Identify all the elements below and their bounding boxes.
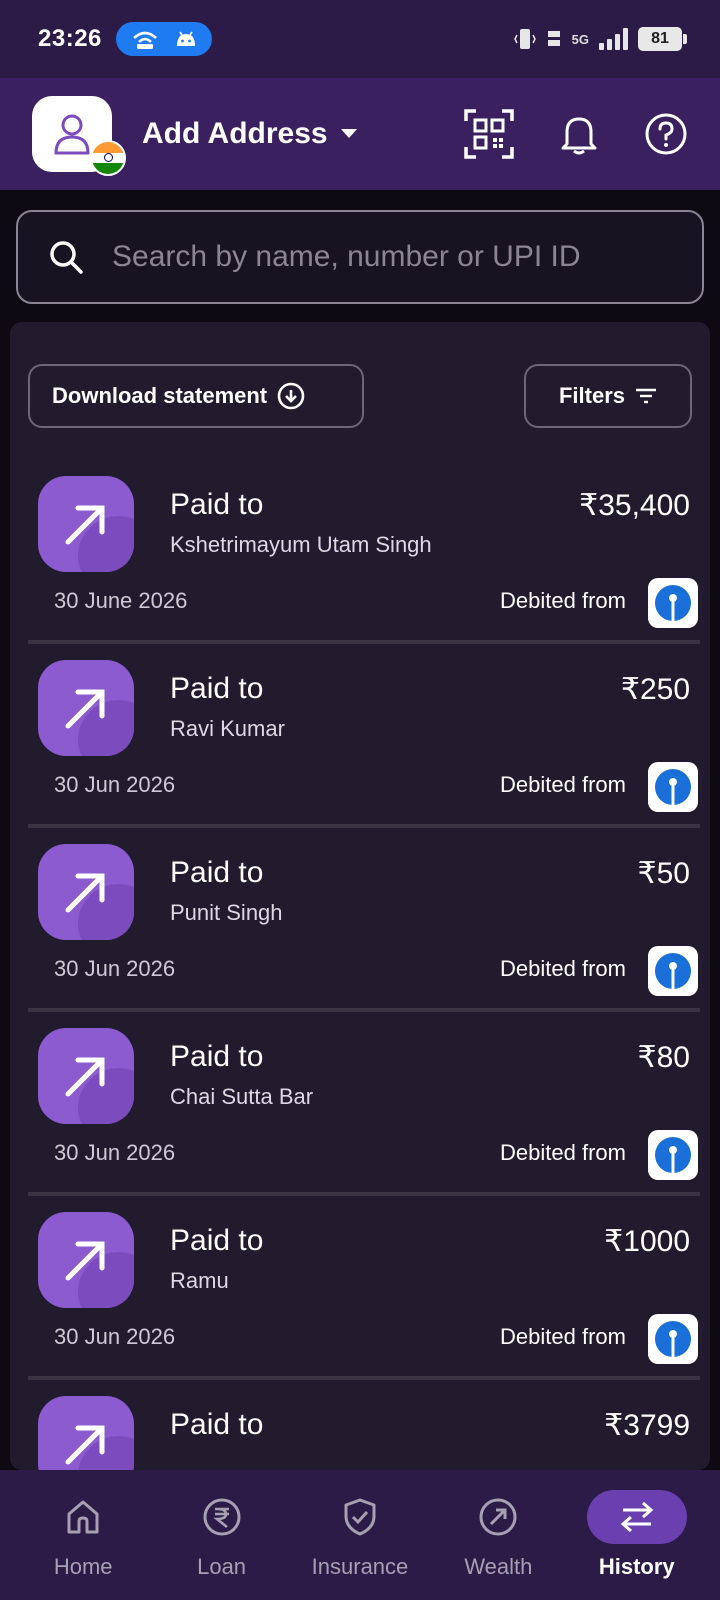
filters-label: Filters bbox=[558, 383, 626, 408]
transaction-amount: ₹50 bbox=[637, 857, 690, 890]
transaction-row[interactable]: Paid to Chai Sutta Bar ₹80 30 Jun 2026 D… bbox=[28, 1012, 700, 1196]
bank-logo-icon bbox=[648, 946, 698, 996]
payment-sent-icon bbox=[38, 1396, 134, 1470]
payment-sent-icon bbox=[38, 844, 134, 940]
bottom-navigation: Home Loan Insurance Wealth History bbox=[0, 1470, 720, 1600]
debited-from-label: Debited from bbox=[500, 1140, 626, 1165]
transaction-amount: ₹3799 bbox=[604, 1409, 690, 1442]
nav-home[interactable]: Home bbox=[18, 1470, 148, 1600]
transaction-date: 30 Jun 2026 bbox=[54, 1324, 176, 1349]
filters-button[interactable]: Filters bbox=[524, 364, 692, 428]
transaction-party: Ravi Kumar bbox=[170, 716, 285, 741]
search-bar[interactable] bbox=[16, 210, 704, 304]
nav-wealth[interactable]: Wealth bbox=[433, 1470, 563, 1600]
transaction-amount: ₹250 bbox=[620, 673, 690, 706]
battery-level: 81 bbox=[651, 30, 669, 47]
india-flag-icon bbox=[90, 140, 126, 176]
debited-from-label: Debited from bbox=[500, 956, 626, 981]
transaction-date: 30 June 2026 bbox=[54, 588, 188, 613]
payment-sent-icon bbox=[38, 1212, 134, 1308]
transaction-row[interactable]: Paid to Ramu ₹1000 30 Jun 2026 Debited f… bbox=[28, 1196, 700, 1380]
arrow-circle-icon bbox=[479, 1498, 517, 1536]
download-circle-icon bbox=[277, 382, 305, 410]
nav-label: Insurance bbox=[311, 1554, 409, 1579]
bell-icon[interactable] bbox=[560, 113, 598, 155]
status-bar: 23:26 5G 81 bbox=[0, 0, 720, 78]
search-icon bbox=[50, 241, 83, 274]
transaction-type: Paid to bbox=[170, 672, 264, 705]
search-input[interactable] bbox=[112, 240, 672, 274]
debited-from-label: Debited from bbox=[500, 1324, 626, 1349]
transaction-list: Paid to Kshetrimayum Utam Singh ₹35,400 … bbox=[28, 460, 700, 1470]
transaction-type: Paid to bbox=[170, 1224, 264, 1257]
battery-icon: 81 bbox=[638, 27, 687, 51]
bank-logo-icon bbox=[648, 578, 698, 628]
transaction-date: 30 Jun 2026 bbox=[54, 956, 176, 981]
payment-sent-icon bbox=[38, 660, 134, 756]
user-icon bbox=[54, 114, 90, 155]
swap-arrows-icon bbox=[620, 1501, 654, 1533]
help-icon[interactable] bbox=[644, 112, 688, 156]
address-title: Add Address bbox=[142, 117, 328, 150]
nav-label: History bbox=[598, 1554, 675, 1579]
address-selector[interactable]: Add Address bbox=[142, 117, 358, 151]
status-indicators: 5G 81 bbox=[513, 27, 687, 51]
transaction-amount: ₹35,400 bbox=[579, 489, 690, 522]
android-icon bbox=[176, 31, 195, 46]
nav-label: Loan bbox=[197, 1554, 247, 1579]
debited-from-label: Debited from bbox=[500, 772, 626, 797]
vibrate-icon bbox=[513, 29, 536, 49]
rupee-icon bbox=[203, 1498, 241, 1536]
transaction-row[interactable]: Paid to Punit Singh ₹50 30 Jun 2026 Debi… bbox=[28, 828, 700, 1012]
transaction-amount: ₹80 bbox=[637, 1041, 690, 1074]
payment-sent-icon bbox=[38, 476, 134, 572]
transaction-type: Paid to bbox=[170, 1040, 264, 1073]
transaction-row[interactable]: Paid to Ravi Kumar ₹250 30 Jun 2026 Debi… bbox=[28, 644, 700, 828]
app-header: Add Address bbox=[0, 78, 720, 190]
debited-from-label: Debited from bbox=[500, 588, 626, 613]
nav-label: Wealth bbox=[464, 1554, 533, 1579]
transaction-type: Paid to bbox=[170, 488, 264, 521]
transaction-date: 30 Jun 2026 bbox=[54, 772, 176, 797]
bank-logo-icon bbox=[648, 762, 698, 812]
profile-avatar[interactable] bbox=[32, 96, 126, 176]
filter-icon bbox=[636, 388, 657, 404]
download-statement-button[interactable]: Download statement bbox=[28, 364, 364, 428]
caret-down-icon bbox=[340, 129, 357, 138]
transaction-party: Punit Singh bbox=[170, 900, 283, 925]
transaction-row[interactable]: Paid to Kshetrimayum Utam Singh ₹35,400 … bbox=[28, 460, 700, 644]
hotspot-indicator bbox=[115, 22, 212, 56]
transaction-type: Paid to bbox=[170, 856, 264, 889]
transaction-party: Kshetrimayum Utam Singh bbox=[170, 532, 432, 557]
hotspot-icon bbox=[133, 31, 157, 49]
bank-logo-icon bbox=[648, 1314, 698, 1364]
network-type: 5G bbox=[571, 31, 589, 47]
shield-check-icon bbox=[344, 1498, 376, 1536]
nav-history[interactable]: History bbox=[572, 1470, 702, 1600]
transaction-amount: ₹1000 bbox=[604, 1225, 690, 1258]
payment-sent-icon bbox=[38, 1028, 134, 1124]
nav-label: Home bbox=[53, 1554, 113, 1579]
status-time: 23:26 bbox=[38, 25, 102, 52]
transaction-party: Chai Sutta Bar bbox=[170, 1084, 314, 1109]
download-statement-label: Download statement bbox=[52, 383, 268, 408]
volte-icon bbox=[547, 31, 560, 46]
transaction-row[interactable]: Paid to ₹3799 bbox=[28, 1380, 700, 1470]
home-icon bbox=[67, 1500, 99, 1534]
qr-scan-icon[interactable] bbox=[464, 109, 514, 159]
bank-logo-icon bbox=[648, 1130, 698, 1180]
nav-insurance[interactable]: Insurance bbox=[295, 1470, 425, 1600]
transaction-type: Paid to bbox=[170, 1408, 264, 1441]
transactions-card: Download statement Filters Paid to Kshet… bbox=[10, 322, 710, 1470]
nav-loan[interactable]: Loan bbox=[157, 1470, 287, 1600]
signal-icon bbox=[599, 28, 628, 50]
transaction-date: 30 Jun 2026 bbox=[54, 1140, 176, 1165]
transaction-party: Ramu bbox=[170, 1268, 229, 1293]
